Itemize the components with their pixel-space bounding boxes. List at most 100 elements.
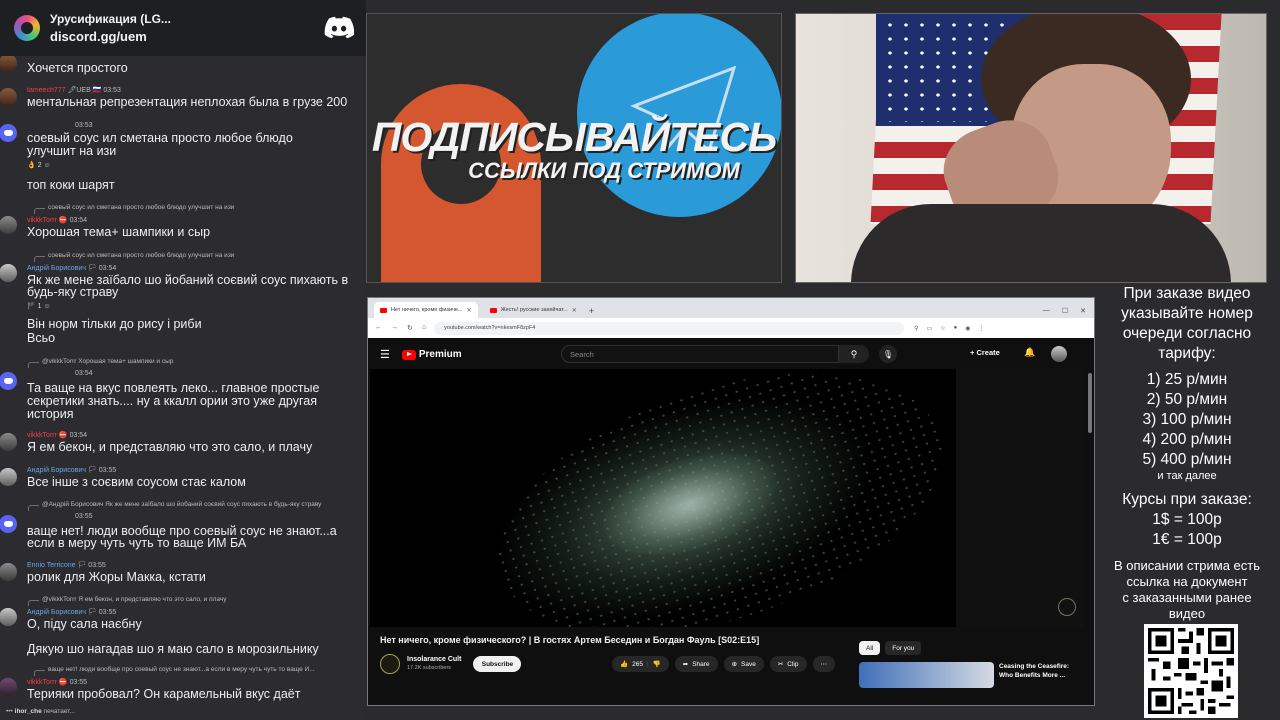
zoom-icon[interactable]: ⚲ bbox=[914, 325, 918, 332]
avatar[interactable] bbox=[0, 433, 17, 451]
extension-icon[interactable]: ● bbox=[954, 325, 958, 332]
username[interactable]: Андрій Борисович bbox=[27, 467, 86, 474]
video-actions: 👍 265 | 👎 ➦ Share ⊕ Save ✂ Clip ⋯ bbox=[612, 656, 835, 672]
message-text: Терияки пробовал? Он карамельный вкус да… bbox=[27, 687, 301, 701]
back-icon[interactable]: ← bbox=[375, 324, 382, 332]
avatar[interactable] bbox=[0, 124, 17, 142]
message-text: топ коки шарят bbox=[27, 178, 115, 192]
avatar[interactable] bbox=[0, 216, 17, 234]
reply-preview[interactable]: соевый соус ил сметана просто любое блюд… bbox=[33, 204, 234, 214]
account-avatar[interactable] bbox=[1051, 346, 1067, 362]
tab-video[interactable]: Нет ничего, кроме физиче... ✕ bbox=[374, 302, 478, 318]
promo-banner: ПОДПИСЫВАЙТЕСЬ ССЫЛКИ ПОД СТРИМОМ bbox=[366, 13, 782, 283]
reaction-badge[interactable]: 👌 2 ☺ bbox=[27, 161, 51, 169]
message-text: Все інше з соєвим соусом стає калом bbox=[27, 475, 246, 489]
microphone-icon[interactable]: 🎙 bbox=[879, 345, 897, 363]
reply-preview[interactable]: @vikkkTorrr Я ем бекон, и представляю чт… bbox=[28, 596, 227, 606]
avatar[interactable] bbox=[0, 372, 17, 390]
qr-code[interactable] bbox=[1144, 624, 1238, 718]
url-field[interactable]: youtube.com/watch?v=nkesmF8zpF4 bbox=[434, 321, 905, 335]
username[interactable]: Андрій Борисович bbox=[27, 609, 86, 616]
reply-preview[interactable]: ваще нет! люди вообще про соевый соус не… bbox=[34, 666, 315, 676]
avatar[interactable] bbox=[0, 515, 17, 533]
star-icon[interactable]: ☆ bbox=[940, 325, 945, 332]
reply-preview[interactable]: соевый соус ил сметана просто любое блюд… bbox=[33, 252, 234, 262]
channel-avatar[interactable] bbox=[380, 654, 400, 674]
minimize-icon[interactable]: — bbox=[1043, 307, 1050, 315]
tariff-item: 4) 200 р/мин bbox=[1142, 431, 1232, 448]
reply-preview[interactable]: @vikkkTorrr Хорошая тема+ шампики и сыр bbox=[27, 358, 173, 368]
search-input[interactable]: Search bbox=[561, 345, 839, 363]
reply-preview[interactable]: @Андрій Борисович Як же мене заїбало шо … bbox=[27, 501, 321, 511]
forward-icon[interactable]: → bbox=[391, 324, 398, 332]
youtube-logo[interactable]: Premium bbox=[401, 349, 462, 360]
username[interactable]: vikkkTorrr bbox=[27, 679, 57, 686]
search-icon[interactable]: ⚲ bbox=[839, 345, 869, 363]
tab-second[interactable]: Жесть! русские захейчат... ✕ bbox=[484, 302, 583, 318]
webcam-feed bbox=[795, 13, 1267, 283]
chip-all[interactable]: All bbox=[859, 641, 881, 655]
username[interactable]: Андрій Борисович bbox=[27, 265, 86, 272]
reload-icon[interactable]: ↻ bbox=[407, 324, 413, 332]
maximize-icon[interactable]: ☐ bbox=[1062, 307, 1068, 315]
video-player[interactable] bbox=[370, 369, 956, 627]
avatar[interactable] bbox=[0, 468, 17, 486]
timestamp: 03:54 bbox=[98, 265, 117, 272]
menu-dots-icon[interactable]: ⋮ bbox=[978, 325, 984, 332]
info-line: указывайте номер bbox=[1121, 305, 1253, 322]
notifications-bell-icon[interactable]: 🔔 bbox=[1024, 347, 1035, 358]
username[interactable]: vikkkTorrr bbox=[27, 432, 57, 439]
cast-icon[interactable]: ▭ bbox=[927, 325, 933, 332]
server-invite-link[interactable]: discord.gg/uem bbox=[50, 28, 171, 45]
scrollbar[interactable] bbox=[1088, 373, 1092, 433]
message-text: Всьо bbox=[27, 331, 56, 345]
chip-for-you[interactable]: For you bbox=[885, 641, 922, 655]
close-icon[interactable]: ✕ bbox=[467, 307, 472, 314]
info-line: При заказе видео bbox=[1123, 285, 1251, 302]
like-button[interactable]: 👍 265 | 👎 bbox=[612, 656, 669, 672]
avatar[interactable] bbox=[0, 563, 17, 581]
share-button[interactable]: ➦ Share bbox=[674, 656, 718, 672]
avatar[interactable] bbox=[0, 608, 17, 626]
subscribe-button[interactable]: Subscribe bbox=[473, 656, 522, 672]
timestamp: 03:55 bbox=[75, 513, 93, 520]
rate-item: 1$ = 100р bbox=[1152, 511, 1222, 528]
video-title: Нет ничего, кроме физического? | В гостя… bbox=[380, 635, 760, 645]
video-thumbnail[interactable] bbox=[859, 662, 994, 688]
avatar[interactable] bbox=[0, 678, 17, 696]
recommended-video[interactable]: Ceasing the Ceasefire: Who Benefits More… bbox=[859, 662, 1079, 688]
avatar[interactable] bbox=[0, 88, 17, 106]
youtube-favicon-icon bbox=[489, 307, 497, 313]
channel-watermark-icon[interactable] bbox=[1058, 598, 1076, 616]
new-tab-icon[interactable]: + bbox=[589, 306, 594, 316]
discord-logo-icon bbox=[324, 16, 354, 39]
info-footer-line: с заказанными ранее bbox=[1122, 590, 1252, 605]
clip-button[interactable]: ✂ Clip bbox=[769, 656, 807, 672]
channel-name[interactable]: Insolarance Cult bbox=[407, 655, 461, 664]
share-icon: ➦ bbox=[682, 661, 689, 668]
create-button[interactable]: + Create bbox=[970, 348, 1000, 357]
timestamp: 03:55 bbox=[98, 609, 117, 616]
info-footer-line: видео bbox=[1168, 606, 1206, 621]
username[interactable]: Ennio Terricone bbox=[27, 562, 76, 569]
message-list[interactable]: Хочется простого tameech777 🖋UEB 🇷🇺 03:5… bbox=[0, 56, 366, 706]
avatar[interactable] bbox=[0, 264, 17, 282]
message-meta: Андрій Борисович 🏳 03:54 bbox=[27, 265, 117, 272]
profile-icon[interactable]: ◉ bbox=[965, 325, 970, 332]
username[interactable]: vikkkTorrr bbox=[27, 217, 57, 224]
username[interactable]: tameech777 bbox=[27, 87, 66, 94]
subscriber-count: 17.2K subscribers bbox=[407, 665, 452, 671]
thumbs-down-icon[interactable]: 👎 bbox=[653, 660, 661, 668]
save-button[interactable]: ⊕ Save bbox=[723, 656, 764, 672]
reaction-badge[interactable]: 🏴 1 ☺ bbox=[27, 302, 51, 310]
message-text: Дякую шо нагадав шо я маю сало в морозил… bbox=[27, 642, 319, 656]
channel-row: Insolarance Cult 17.2K subscribers Subsc… bbox=[380, 654, 522, 674]
window-close-icon[interactable]: ✕ bbox=[1080, 307, 1086, 315]
message-meta: Ennio Terricone 🏳 03:55 bbox=[27, 562, 106, 569]
home-icon[interactable]: ⌂ bbox=[422, 324, 426, 332]
hamburger-menu-icon[interactable]: ☰ bbox=[380, 348, 390, 361]
message-meta: vikkkTorrr ⛔ 03:55 bbox=[27, 679, 88, 686]
more-actions-button[interactable]: ⋯ bbox=[812, 656, 835, 672]
recommended-title[interactable]: Ceasing the Ceasefire: Who Benefits More… bbox=[999, 662, 1079, 688]
close-icon[interactable]: ✕ bbox=[572, 307, 577, 314]
